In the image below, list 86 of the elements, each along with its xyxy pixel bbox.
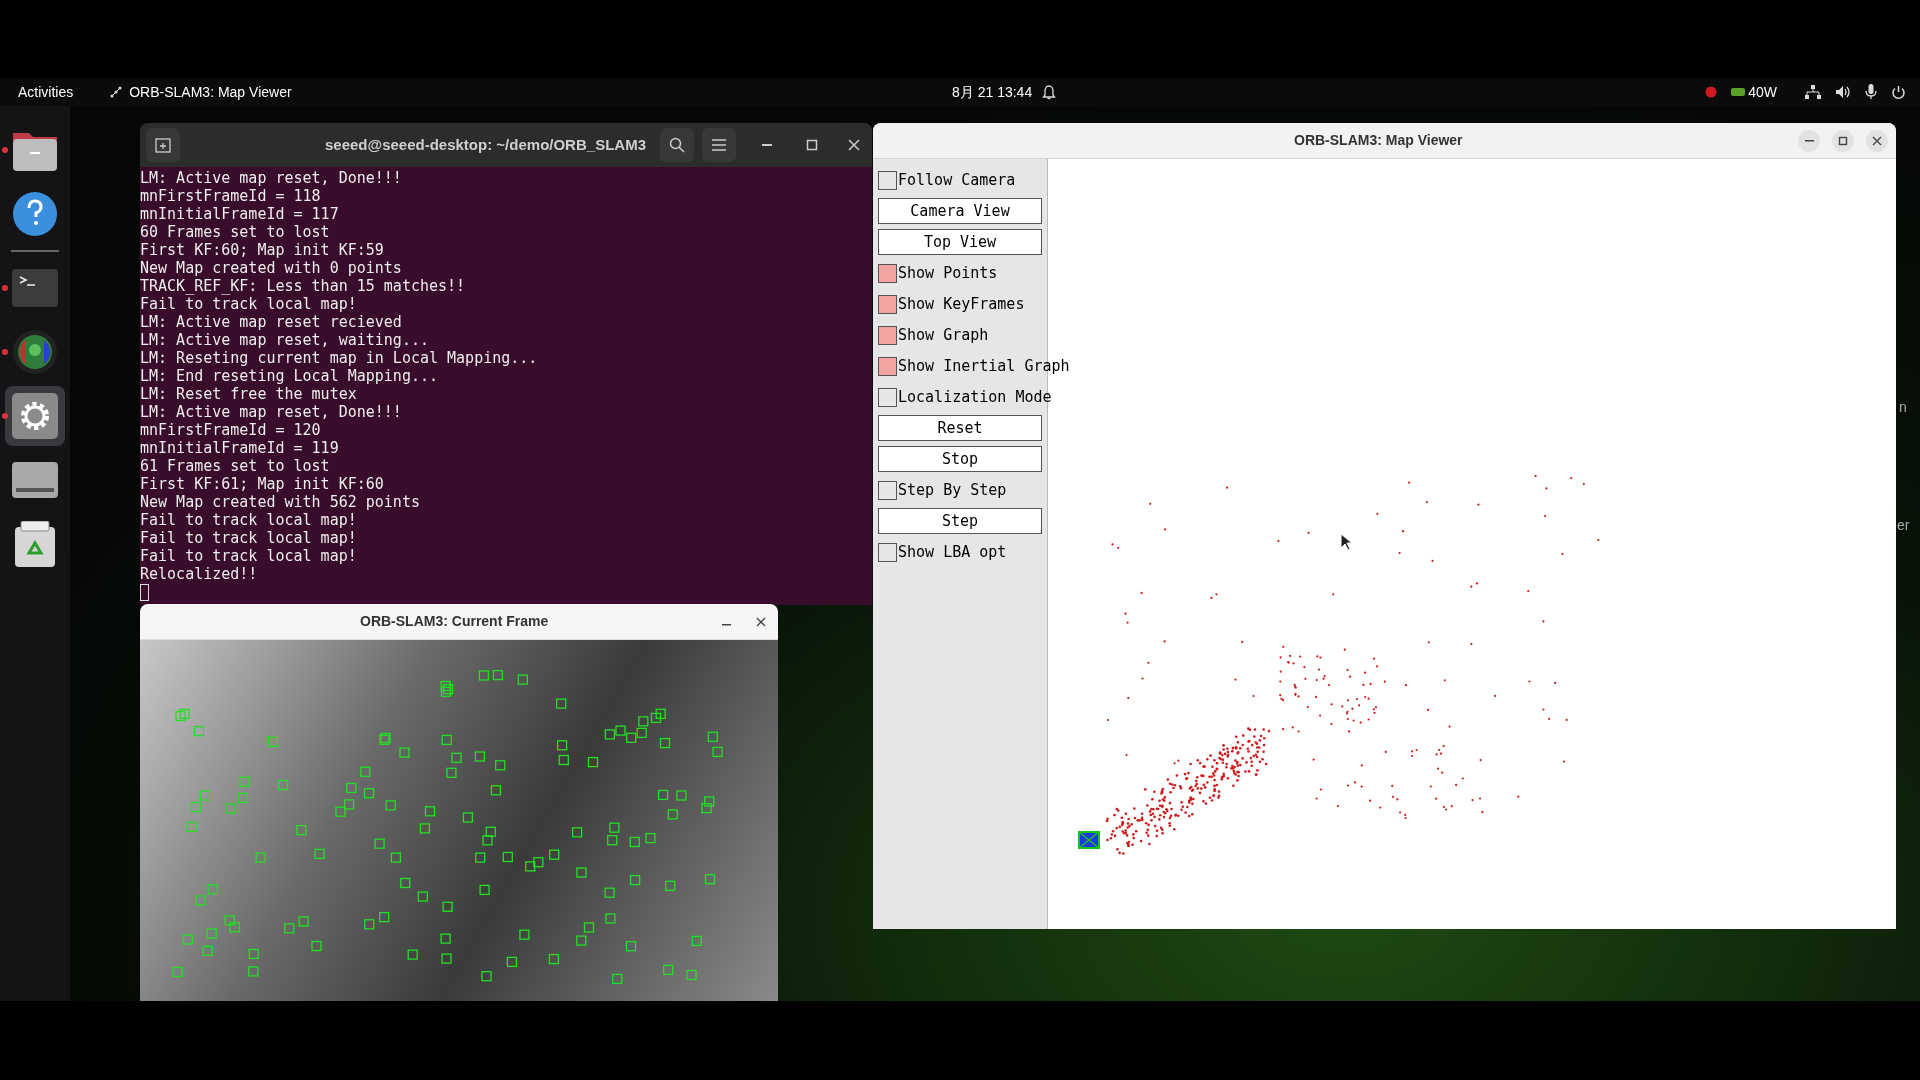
terminal-line: LM: Active map reset, Done!!!: [140, 169, 402, 187]
checkbox[interactable]: [878, 263, 897, 283]
window-title: ORB-SLAM3: Map Viewer: [1294, 131, 1463, 150]
panel-button[interactable]: Step: [878, 508, 1042, 534]
menu-button[interactable]: [702, 128, 736, 162]
recording-icon: [1705, 86, 1718, 98]
window-title: ORB-SLAM3: Current Frame: [360, 612, 549, 631]
network-icon[interactable]: [1805, 85, 1821, 99]
background-text: er: [1897, 516, 1910, 535]
power-reading[interactable]: 40W: [1748, 81, 1777, 103]
volume-icon[interactable]: [1835, 85, 1851, 99]
clock[interactable]: 8月 21 13:44: [952, 81, 1033, 103]
gpu-icon: [1731, 87, 1746, 97]
maximize-icon[interactable]: [806, 139, 818, 151]
terminal-line: LM: Active map reset, waiting...: [140, 331, 429, 349]
drive-icon: [12, 462, 58, 498]
maximize-icon: [1838, 135, 1848, 146]
terminal-line: LM: Reset free the mutex: [140, 385, 357, 403]
minimize-icon: [1804, 139, 1814, 142]
close-button[interactable]: [1866, 129, 1888, 152]
help-icon: [11, 190, 59, 238]
checkbox[interactable]: [878, 542, 897, 562]
checkbox[interactable]: [878, 294, 897, 314]
terminal-line: LM: End reseting Local Mapping...: [140, 367, 438, 385]
panel-button[interactable]: Reset: [878, 415, 1042, 441]
terminal-line: First KF:61; Map init KF:60: [140, 475, 384, 493]
panel-button[interactable]: Top View: [878, 229, 1042, 255]
camera-lens-icon: [12, 329, 58, 375]
terminal-line: First KF:60; Map init KF:59: [140, 241, 384, 259]
checkbox-label: Show Points: [898, 262, 998, 284]
camera-marker-icon: [1078, 831, 1100, 849]
minimize-icon[interactable]: [722, 624, 731, 626]
terminal-line: 61 Frames set to lost: [140, 457, 330, 475]
trash-icon: [15, 521, 55, 567]
terminal-line: LM: Reseting current map in Local Mapping...: [140, 349, 538, 367]
terminal-line: TRACK_REF_KF: Less than 15 matches!!: [140, 277, 466, 295]
terminal-line: 60 Frames set to lost: [140, 223, 330, 241]
terminal-icon: [12, 269, 58, 307]
terminal-line: mnInitialFrameId = 117: [140, 205, 339, 223]
menu-icon: [712, 139, 726, 151]
checkbox-label: Show LBA opt: [898, 541, 1007, 563]
microphone-icon[interactable]: [1865, 84, 1877, 100]
text-cursor: [140, 584, 149, 601]
app-menu[interactable]: ORB-SLAM3: Map Viewer: [129, 81, 292, 103]
checkbox-label: Step By Step: [898, 479, 1007, 501]
new-tab-icon: [155, 137, 171, 153]
panel-button[interactable]: Camera View: [878, 198, 1042, 224]
terminal-line: New Map created with 0 points: [140, 259, 402, 277]
checkbox-label: Show KeyFrames: [898, 293, 1025, 315]
terminal-line: LM: Active map reset recieved: [140, 313, 402, 331]
background-text: n: [1899, 398, 1907, 417]
app-menu-icon: [109, 85, 124, 99]
terminal-line: New Map created with 562 points: [140, 493, 420, 511]
checkbox[interactable]: [878, 480, 897, 500]
settings-icon: [12, 393, 58, 439]
checkbox[interactable]: [878, 387, 897, 407]
pointer-icon: [1340, 533, 1352, 551]
terminal-line: Fail to track local map!: [140, 547, 357, 565]
checkbox[interactable]: [878, 325, 897, 345]
checkbox-label: Show Graph: [898, 324, 989, 346]
panel-button[interactable]: Stop: [878, 446, 1042, 472]
checkbox-label: Show Inertial Graph: [898, 355, 1070, 377]
terminal-line: Relocalized!!: [140, 565, 258, 583]
terminal-line: Fail to track local map!: [140, 529, 357, 547]
minimize-button[interactable]: [1798, 129, 1820, 152]
checkbox[interactable]: [878, 170, 897, 190]
terminal-line: mnFirstFrameId = 118: [140, 187, 321, 205]
new-tab-button[interactable]: [146, 128, 180, 162]
power-icon[interactable]: [1891, 84, 1906, 100]
terminal-line: Fail to track local map!: [140, 511, 357, 529]
checkbox[interactable]: [878, 356, 897, 376]
terminal-line: LM: Active map reset, Done!!!: [140, 403, 402, 421]
terminal-line: mnInitialFrameId = 119: [140, 439, 339, 457]
close-icon: [1872, 135, 1882, 146]
terminal-line: Fail to track local map!: [140, 295, 357, 313]
activities-button[interactable]: Activities: [18, 81, 74, 103]
bell-icon: [1042, 84, 1057, 100]
search-button[interactable]: [660, 128, 694, 162]
window-title: seeed@seeed-desktop: ~/demo/ORB_SLAM3: [325, 134, 646, 155]
checkbox-label: Follow Camera: [898, 169, 1016, 191]
search-icon: [669, 137, 685, 153]
terminal-line: mnFirstFrameId = 120: [140, 421, 321, 439]
close-icon[interactable]: [756, 616, 766, 627]
checkbox-label: Localization Mode: [898, 386, 1052, 408]
maximize-button[interactable]: [1832, 129, 1854, 152]
selected-dock-item[interactable]: [5, 386, 65, 446]
